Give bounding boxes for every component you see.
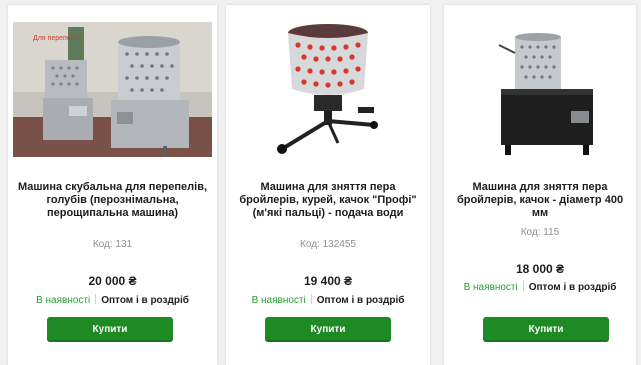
product-price: 19 400 ₴ <box>303 274 353 288</box>
product-code: Код: 115 <box>520 227 560 238</box>
product-meta: В наявності Оптом і в роздріб <box>444 281 636 293</box>
buy-button[interactable]: Купити <box>483 317 609 342</box>
product-photo <box>268 17 388 162</box>
product-title[interactable]: Машина для зняття пера бройлерів, курей,… <box>234 181 422 220</box>
product-photo: Для перепелов <box>13 22 212 157</box>
product-price: 20 000 ₴ <box>88 274 137 288</box>
product-title[interactable]: Машина скубальна для перепелів, голубів … <box>16 181 209 220</box>
availability-status: В наявності <box>463 282 518 293</box>
sale-type: Оптом і в роздріб <box>528 282 617 293</box>
product-photo <box>475 33 605 163</box>
photo-caption: Для перепелов <box>33 35 83 42</box>
product-meta: В наявності Оптом і в роздріб <box>226 294 430 306</box>
product-image[interactable] <box>444 5 636 165</box>
buy-button[interactable]: Купити <box>265 317 391 342</box>
product-code: Код: 131 <box>92 239 133 250</box>
product-title[interactable]: Машина для зняття пера бройлерів, качок … <box>452 181 628 220</box>
product-price: 18 000 ₴ <box>515 262 565 276</box>
sale-type: Оптом і в роздріб <box>316 295 405 306</box>
availability-status: В наявності <box>251 295 306 306</box>
availability-status: В наявності <box>36 295 91 306</box>
product-code: Код: 132455 <box>300 239 356 250</box>
buy-button[interactable]: Купити <box>47 317 173 342</box>
product-card[interactable]: Машина для зняття пера бройлерів, качок … <box>444 5 636 365</box>
divider <box>310 294 312 304</box>
product-image[interactable]: Для перепелов <box>8 5 217 165</box>
product-meta: В наявності Оптом і в роздріб <box>8 294 217 306</box>
product-image[interactable] <box>226 5 430 165</box>
divider <box>522 281 524 291</box>
divider <box>95 294 97 304</box>
sale-type: Оптом і в роздріб <box>101 295 189 306</box>
product-card[interactable]: Машина для зняття пера бройлерів, курей,… <box>226 5 430 365</box>
product-card[interactable]: Для перепелов Машина скубальна для переп… <box>8 5 217 365</box>
